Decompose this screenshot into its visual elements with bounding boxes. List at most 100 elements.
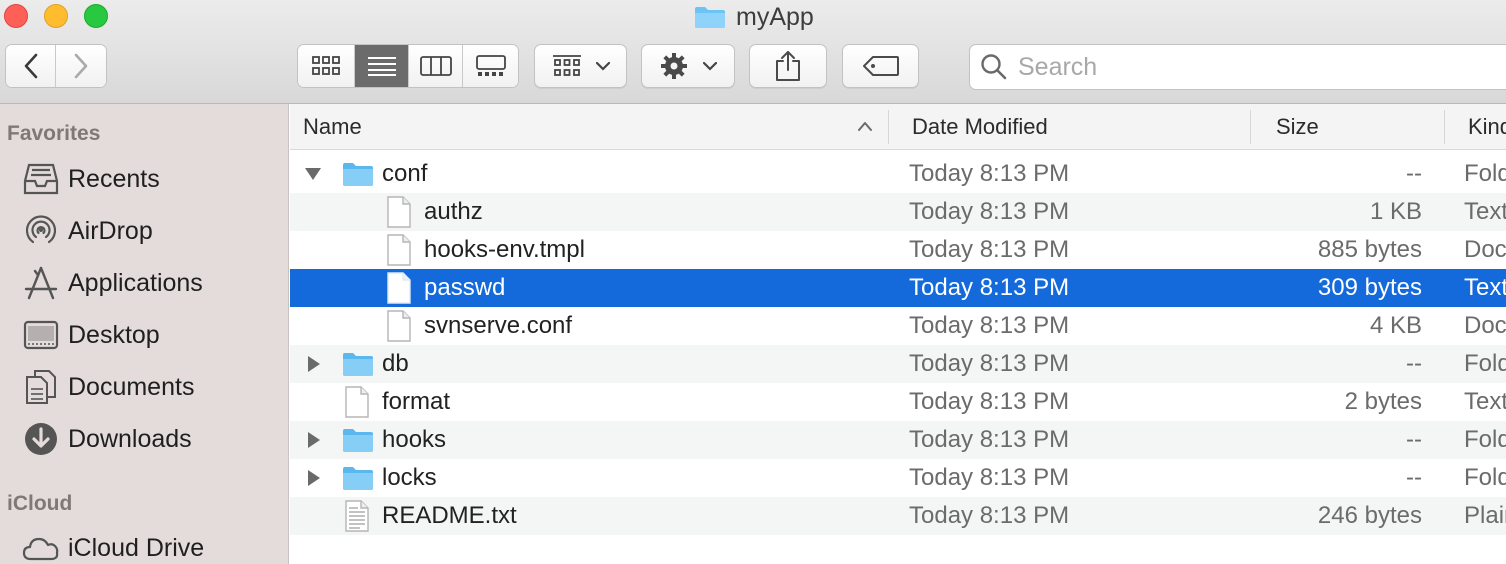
file-name: hooks-env.tmpl — [424, 236, 585, 263]
text-document-icon — [344, 497, 370, 535]
table-row[interactable]: authz Today 8:13 PM 1 KB Text — [290, 193, 1506, 231]
recents-icon — [22, 160, 60, 198]
gear-icon — [661, 53, 687, 79]
column-kind[interactable]: Kind — [1468, 104, 1506, 150]
document-icon — [386, 269, 412, 307]
table-row[interactable]: conf Today 8:13 PM -- Folder — [290, 155, 1506, 193]
airdrop-icon — [22, 212, 60, 250]
disclosure-triangle-collapsed-icon[interactable] — [307, 421, 321, 459]
sidebar-item-label: Recents — [68, 164, 160, 193]
table-row[interactable]: hooks Today 8:13 PM -- Folder — [290, 421, 1506, 459]
sidebar-item-documents[interactable]: Documents — [22, 367, 194, 407]
nav-buttons — [5, 44, 107, 88]
column-divider[interactable] — [1250, 110, 1251, 144]
column-divider[interactable] — [888, 110, 889, 144]
back-button[interactable] — [6, 45, 56, 87]
file-size: -- — [1406, 350, 1422, 377]
sidebar-item-airdrop[interactable]: AirDrop — [22, 211, 153, 251]
view-mode-control — [297, 44, 519, 88]
list-view-button[interactable] — [355, 45, 409, 87]
icon-view-button[interactable] — [298, 45, 355, 87]
forward-button[interactable] — [56, 45, 106, 87]
file-size: 246 bytes — [1317, 502, 1422, 529]
file-name: passwd — [424, 274, 506, 301]
file-size: 2 bytes — [1344, 388, 1422, 415]
document-icon — [386, 307, 412, 345]
file-size: -- — [1406, 160, 1422, 187]
file-size: 885 bytes — [1317, 236, 1422, 263]
chevron-down-icon — [703, 61, 717, 71]
sidebar-item-downloads[interactable]: Downloads — [22, 419, 192, 459]
chevron-left-icon — [24, 53, 37, 79]
file-name: README.txt — [382, 502, 517, 529]
folder-icon — [342, 459, 374, 497]
disclosure-triangle-collapsed-icon[interactable] — [307, 345, 321, 383]
sidebar-item-desktop[interactable]: Desktop — [22, 315, 160, 355]
file-date: Today 8:13 PM — [909, 312, 1070, 339]
sidebar-item-applications[interactable]: Applications — [22, 263, 203, 303]
file-size: -- — [1406, 426, 1422, 453]
sort-ascending-icon — [858, 122, 872, 131]
disclosure-triangle-collapsed-icon[interactable] — [307, 459, 321, 497]
action-menu-button[interactable] — [641, 44, 735, 88]
zoom-window-button[interactable] — [84, 4, 108, 28]
group-by-button[interactable] — [534, 44, 627, 88]
sidebar-item-label: AirDrop — [68, 216, 153, 245]
file-list: Name Date Modified Size Kind conf Today … — [290, 104, 1506, 564]
gallery-icon — [475, 55, 506, 76]
sidebar-heading-icloud: iCloud — [7, 492, 73, 515]
file-name: authz — [424, 198, 483, 225]
table-row[interactable]: svnserve.conf Today 8:13 PM 4 KB Documen… — [290, 307, 1506, 345]
sidebar-item-recents[interactable]: Recents — [22, 159, 160, 199]
search-input[interactable] — [1018, 52, 1478, 82]
close-window-button[interactable] — [4, 4, 28, 28]
sidebar: Favorites Recents AirDrop Applications D… — [0, 104, 289, 564]
file-date: Today 8:13 PM — [909, 236, 1070, 263]
file-date: Today 8:13 PM — [909, 274, 1070, 301]
column-divider[interactable] — [1444, 110, 1445, 144]
file-kind: Text — [1464, 274, 1506, 301]
file-date: Today 8:13 PM — [909, 464, 1070, 491]
column-name[interactable]: Name — [303, 104, 888, 150]
window-title: myApp — [694, 3, 814, 31]
table-row[interactable]: README.txt Today 8:13 PM 246 bytes Plain… — [290, 497, 1506, 535]
chevron-down-icon — [595, 61, 610, 71]
folder-icon — [695, 7, 725, 28]
table-row[interactable]: db Today 8:13 PM -- Folder — [290, 345, 1506, 383]
icon-grid-icon — [312, 56, 340, 75]
column-size[interactable]: Size — [1276, 104, 1441, 150]
file-kind: Text — [1464, 198, 1506, 225]
file-kind: Document — [1464, 236, 1506, 263]
column-size-label: Size — [1276, 114, 1319, 139]
folder-icon — [342, 155, 374, 193]
file-size: 309 bytes — [1317, 274, 1422, 301]
share-button[interactable] — [749, 44, 827, 88]
documents-icon — [22, 368, 60, 406]
file-kind: Folder — [1464, 426, 1506, 453]
file-date: Today 8:13 PM — [909, 502, 1070, 529]
chevron-right-icon — [74, 53, 88, 79]
file-name: format — [382, 388, 451, 415]
file-size: -- — [1406, 464, 1422, 491]
file-size: 4 KB — [1369, 312, 1422, 339]
desktop-icon — [22, 316, 60, 354]
list-lines-icon — [367, 57, 396, 76]
minimize-window-button[interactable] — [44, 4, 68, 28]
sidebar-item-icloud-drive[interactable]: iCloud Drive — [22, 528, 204, 564]
column-date-modified[interactable]: Date Modified — [912, 104, 1247, 150]
column-view-button[interactable] — [409, 45, 463, 87]
table-row[interactable]: locks Today 8:13 PM -- Folder — [290, 459, 1506, 497]
table-row[interactable]: hooks-env.tmpl Today 8:13 PM 885 bytes D… — [290, 231, 1506, 269]
file-name: hooks — [382, 426, 447, 453]
search-field[interactable] — [969, 44, 1506, 90]
gallery-view-button[interactable] — [463, 45, 518, 87]
document-icon — [386, 193, 412, 231]
table-row[interactable]: format Today 8:13 PM 2 bytes Text — [290, 383, 1506, 421]
share-icon — [776, 51, 800, 81]
tags-button[interactable] — [842, 44, 919, 88]
sidebar-item-label: iCloud Drive — [68, 533, 205, 562]
disclosure-triangle-expanded-icon[interactable] — [304, 155, 322, 193]
table-row-selected[interactable]: passwd Today 8:13 PM 309 bytes Text — [290, 269, 1506, 307]
file-kind: Folder — [1464, 350, 1506, 377]
file-kind: Folder — [1464, 160, 1506, 187]
